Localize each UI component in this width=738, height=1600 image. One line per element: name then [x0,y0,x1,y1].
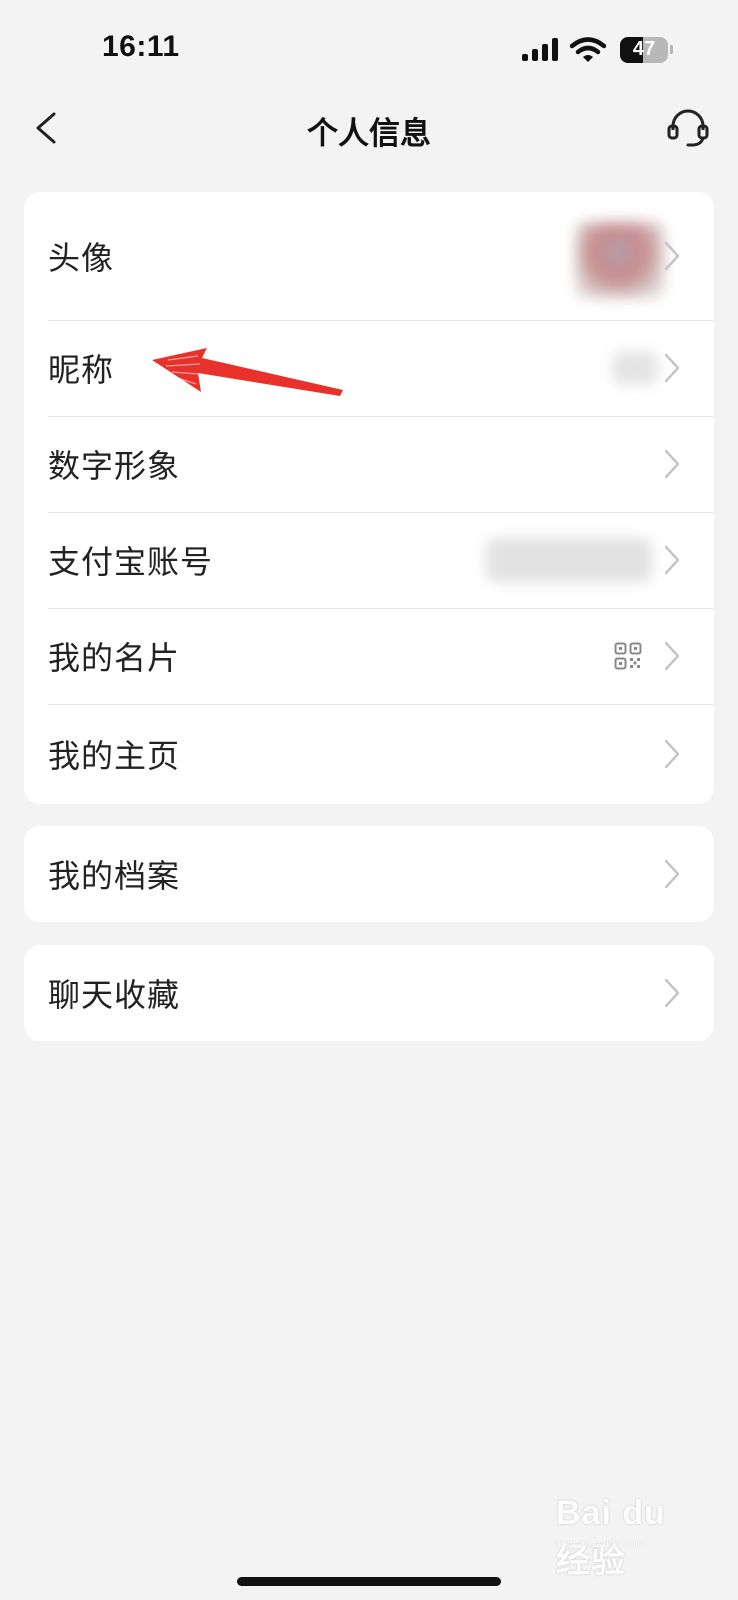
list-item-digital-avatar[interactable]: 数字形象 [24,416,714,512]
row-label: 昵称 [48,351,115,389]
chevron-right-icon [664,241,680,271]
list-item-nickname[interactable]: 昵称 [24,320,714,416]
page-title: 个人信息 [307,116,431,152]
nickname-value [612,352,658,384]
watermark-sub: jingyan.baidu.com [556,1538,645,1550]
chevron-right-icon [664,353,680,383]
list-item-homepage[interactable]: 我的主页 [24,704,714,804]
row-label: 头像 [48,239,115,277]
status-icons: 47 [522,36,674,66]
chevron-right-icon [664,739,680,769]
battery-cap [670,45,673,54]
list-item-chat-favorites[interactable]: 聊天收藏 [24,945,714,1041]
list-item-business-card[interactable]: 我的名片 [24,608,714,704]
list-item-alipay-account[interactable]: 支付宝账号 [24,512,714,608]
battery-percent: 47 [632,38,656,60]
row-label: 数字形象 [48,447,181,485]
row-label: 我的档案 [48,857,181,895]
chevron-right-icon [664,978,680,1008]
list-item-avatar[interactable]: 头像 [24,192,714,320]
favorites-card: 聊天收藏 [24,945,714,1041]
archive-card: 我的档案 [24,826,714,922]
chevron-right-icon [664,641,680,671]
customer-service-headset-icon [667,109,709,147]
row-label: 支付宝账号 [48,543,214,581]
avatar [576,222,664,298]
chevron-right-icon [664,859,680,889]
battery-icon: 47 [620,37,668,63]
row-label: 我的主页 [48,737,181,775]
alipay-account-value [486,538,652,582]
row-label: 我的名片 [48,639,181,677]
chevron-right-icon [664,449,680,479]
row-label: 聊天收藏 [48,976,181,1014]
qr-code-icon [614,642,642,670]
wifi-icon [570,37,606,62]
list-item-my-archive[interactable]: 我的档案 [24,826,714,922]
watermark: Bai du 经验 jingyan.baidu.com [556,1486,706,1580]
signal-icon [522,38,558,61]
home-indicator[interactable] [237,1577,501,1586]
profile-card: 头像 昵称 数字形象 支付宝账号 我的名片 我的主页 [24,192,714,804]
status-time: 16:11 [102,30,180,63]
nav-bar: 个人信息 [0,96,738,160]
chevron-right-icon [664,545,680,575]
customer-service-button[interactable] [664,104,712,152]
status-bar: 16:11 47 [0,0,738,100]
